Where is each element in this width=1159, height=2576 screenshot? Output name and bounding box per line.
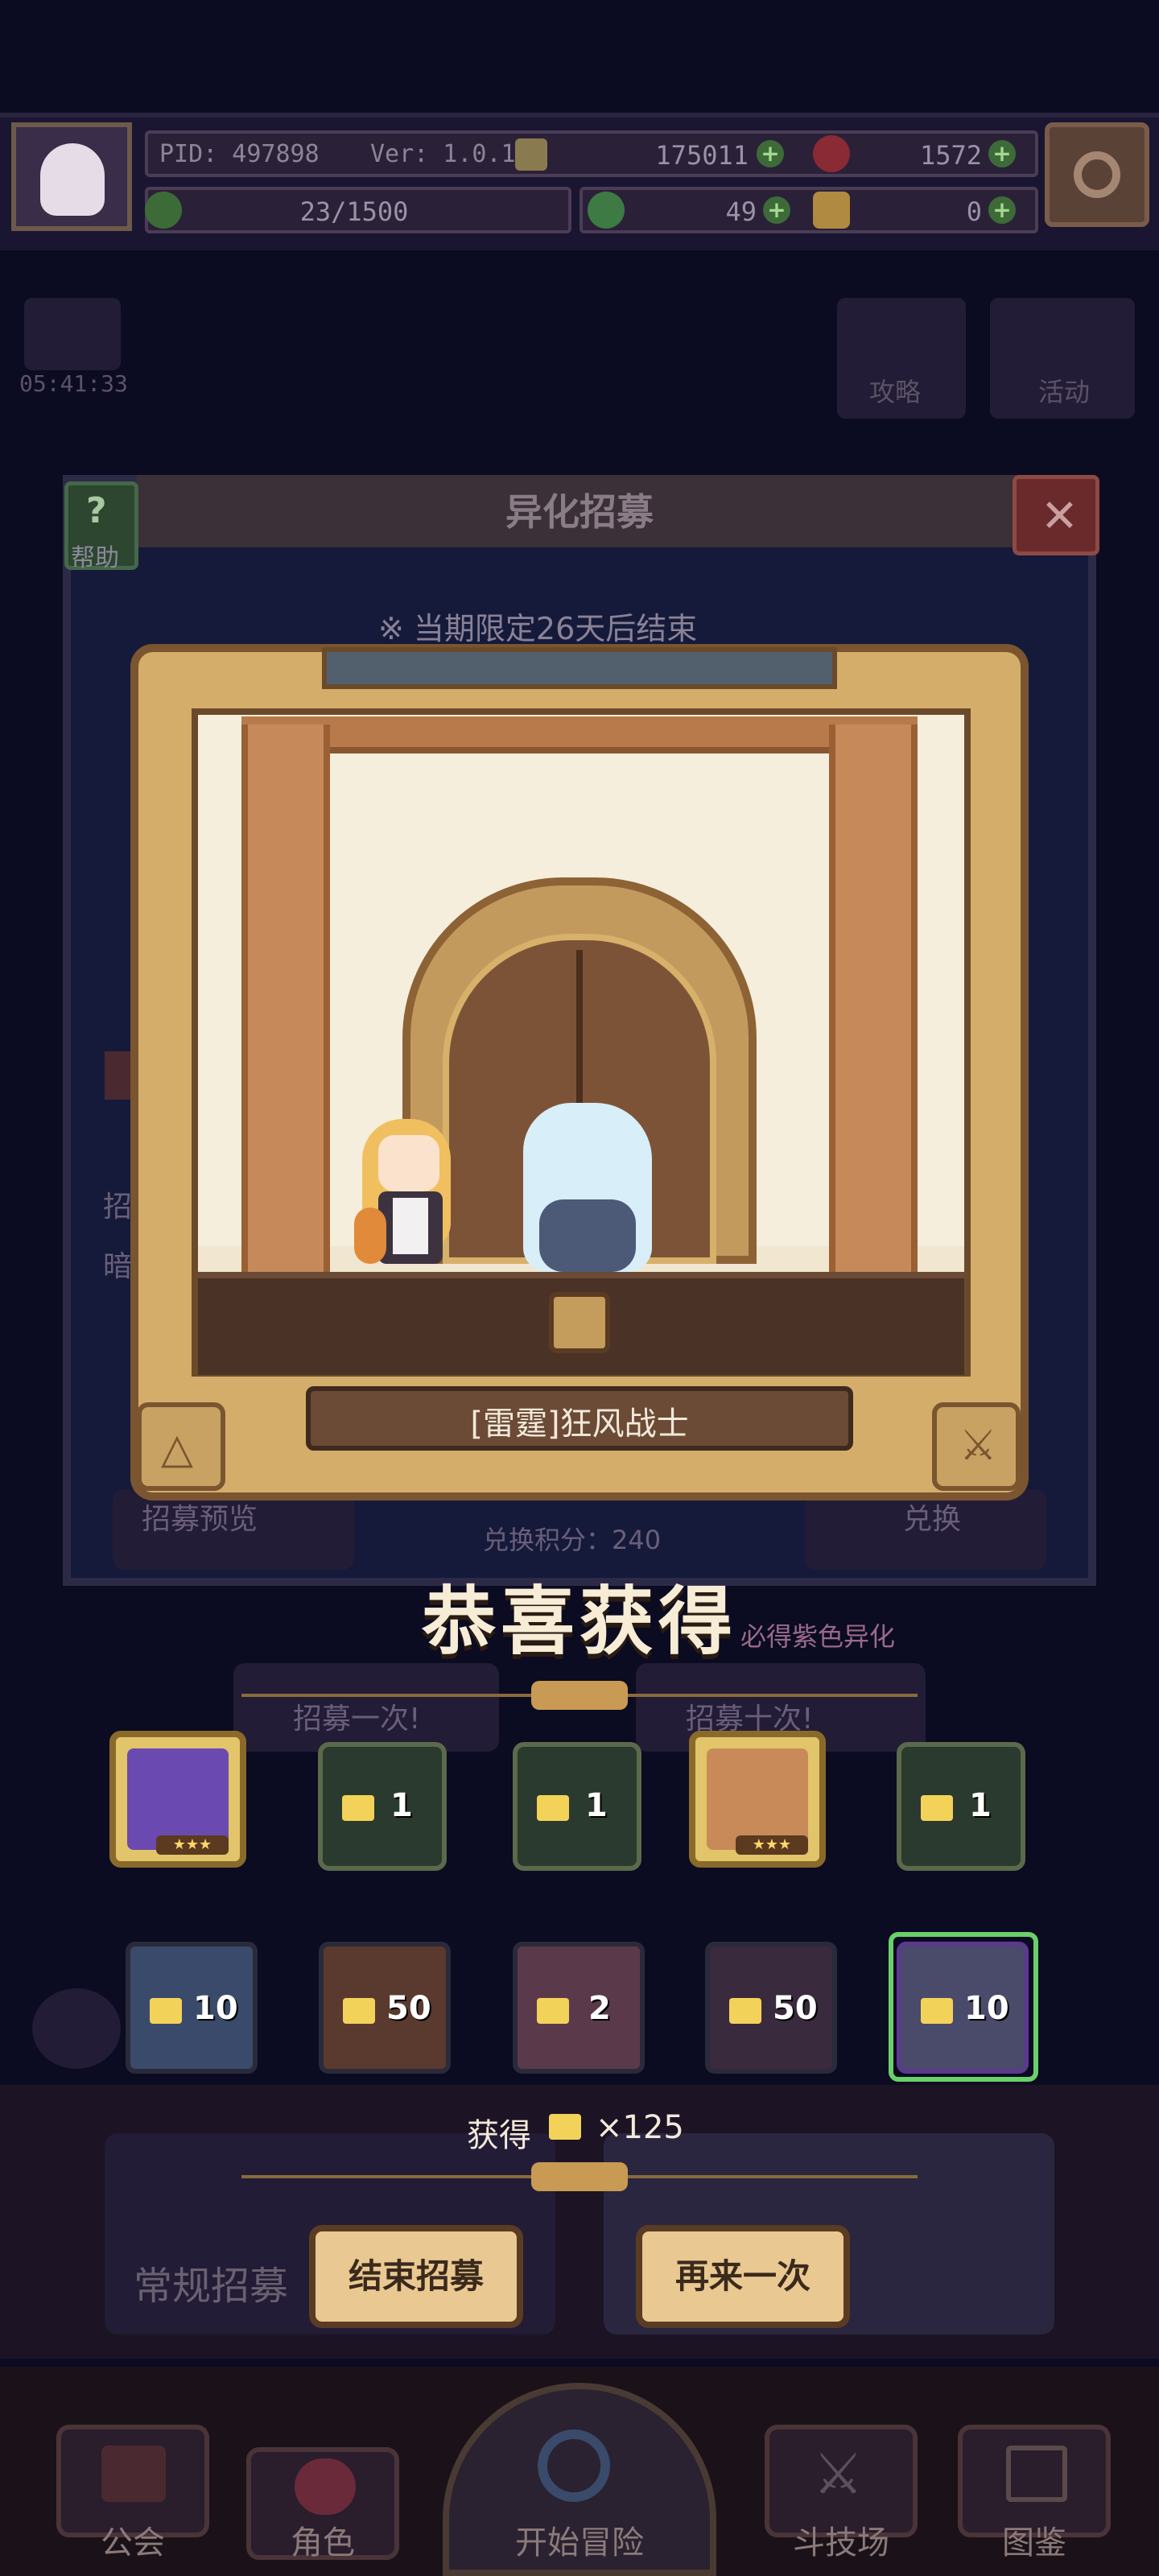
normal-recruit-label: 常规招募	[134, 2264, 289, 2309]
nav-arena-label: 斗技场	[793, 2524, 889, 2562]
guild-icon	[101, 2446, 166, 2502]
sword-icon: ⚔	[959, 1422, 997, 1470]
food-count: 0	[966, 196, 982, 227]
hero-stars: ★★★	[736, 1835, 808, 1855]
obtain-prefix: 获得	[467, 2117, 531, 2154]
maid-tail	[354, 1208, 386, 1264]
event-timer: 05:41:33	[19, 370, 128, 397]
scene-pillar-left	[241, 724, 330, 1272]
chest-icon	[921, 1795, 953, 1821]
recruit-again-button[interactable]: 再来一次	[636, 2225, 850, 2328]
exchange-label: 兑换	[903, 1503, 962, 1536]
reward-hero-card[interactable]: ★★★	[689, 1731, 826, 1868]
close-icon: ✕	[1041, 490, 1079, 543]
chest-icon	[342, 1795, 374, 1821]
reward-fragment-card[interactable]: 2	[513, 1942, 645, 2074]
storm-warrior-body	[539, 1199, 636, 1272]
codex-icon	[1006, 2446, 1067, 2502]
clover-icon	[588, 192, 625, 229]
reward-fragment-card[interactable]: 50	[319, 1942, 451, 2074]
recruit-once-label: 招募一次!	[293, 1703, 421, 1736]
chest-icon	[729, 1998, 761, 2024]
avatar-face	[40, 143, 105, 216]
divider-ornament	[531, 2162, 628, 2191]
pid-text: PID: 497898	[159, 140, 320, 168]
settings-button[interactable]	[1045, 122, 1149, 227]
exchange-points: 兑换积分：240	[483, 1525, 662, 1555]
gear-icon	[1074, 151, 1120, 198]
reward-chest-card[interactable]: 1	[513, 1742, 641, 1871]
reward-count: 2	[588, 1990, 611, 2027]
gold-coin-icon	[515, 138, 547, 171]
reward-count: 10	[193, 1990, 238, 2027]
triangle-icon: △	[161, 1425, 193, 1473]
character-icon	[295, 2458, 356, 2515]
side-tab	[105, 1051, 134, 1100]
limited-notice: ※ 当期限定26天后结束	[378, 611, 698, 646]
crossed-swords-icon: ⚔	[813, 2441, 864, 2507]
question-icon: ?	[86, 490, 107, 531]
reward-chest-card[interactable]: 1	[318, 1742, 447, 1871]
nav-adventure-label: 开始冒险	[515, 2524, 644, 2562]
rarity-button[interactable]: △	[137, 1402, 225, 1491]
add-gold-button[interactable]: +	[757, 140, 784, 167]
chest-icon	[537, 1998, 569, 2024]
frame-top-plate	[322, 647, 837, 689]
nav-codex-label: 图鉴	[1002, 2524, 1066, 2562]
side-text-2: 暗	[103, 1250, 133, 1283]
scene-pillar-right	[829, 724, 918, 1272]
gem-count: 1572	[919, 140, 982, 171]
side-text-1: 招	[103, 1191, 133, 1224]
magnifier-icon	[538, 2429, 610, 2502]
add-gem-button[interactable]: +	[988, 140, 1016, 167]
scene-beam	[241, 716, 918, 753]
reward-count: 1	[585, 1787, 608, 1824]
maid-face	[378, 1135, 439, 1191]
help-label: 帮助	[71, 544, 119, 572]
chest-icon	[150, 1998, 182, 2024]
reward-hero-card[interactable]: ★★★	[109, 1731, 246, 1868]
reward-chest-card[interactable]: 1	[897, 1742, 1025, 1871]
close-button[interactable]: ✕	[1013, 475, 1099, 555]
gem-icon	[813, 135, 850, 172]
add-food-button[interactable]: +	[988, 196, 1016, 224]
guide-label: 攻略	[869, 377, 922, 407]
stamina-value: 23/1500	[299, 196, 409, 227]
reward-fragment-card[interactable]: 10	[126, 1942, 258, 2074]
selection-highlight	[889, 1932, 1038, 2082]
reward-count: 50	[386, 1990, 431, 2027]
reward-count: 1	[390, 1787, 413, 1824]
end-recruit-button[interactable]: 结束招募	[309, 2225, 523, 2328]
reward-count: 50	[773, 1990, 818, 2027]
stamina-icon	[145, 192, 182, 229]
nav-guild-label: 公会	[101, 2524, 165, 2562]
chest-icon	[343, 1998, 375, 2024]
food-icon	[813, 192, 850, 229]
side-round-button[interactable]	[32, 1988, 121, 2069]
divider-ornament	[531, 1681, 628, 1710]
hero-stars: ★★★	[156, 1835, 229, 1855]
congrats-title: 恭喜获得	[421, 1579, 737, 1665]
element-medallion-icon	[549, 1292, 610, 1353]
event-label: 活动	[1038, 377, 1091, 407]
chest-icon	[537, 1795, 569, 1821]
obtain-amount: ×125	[596, 2109, 684, 2146]
gift-icon[interactable]	[24, 298, 121, 370]
clover-count: 49	[725, 196, 757, 227]
recruit-preview-label: 招募预览	[142, 1503, 258, 1536]
reward-count: 1	[969, 1787, 992, 1824]
gold-count: 175011	[655, 140, 749, 171]
character-name: [雷霆]狂风战士	[470, 1406, 689, 1443]
add-clover-button[interactable]: +	[763, 196, 790, 224]
weapon-button[interactable]: ⚔	[932, 1402, 1021, 1491]
reward-fragment-card[interactable]: 50	[705, 1942, 837, 2074]
chest-icon	[549, 2114, 581, 2140]
player-avatar[interactable]	[11, 122, 132, 231]
maid-apron	[393, 1198, 428, 1254]
nav-character-label: 角色	[291, 2524, 355, 2562]
panel-title: 异化招募	[505, 490, 654, 534]
